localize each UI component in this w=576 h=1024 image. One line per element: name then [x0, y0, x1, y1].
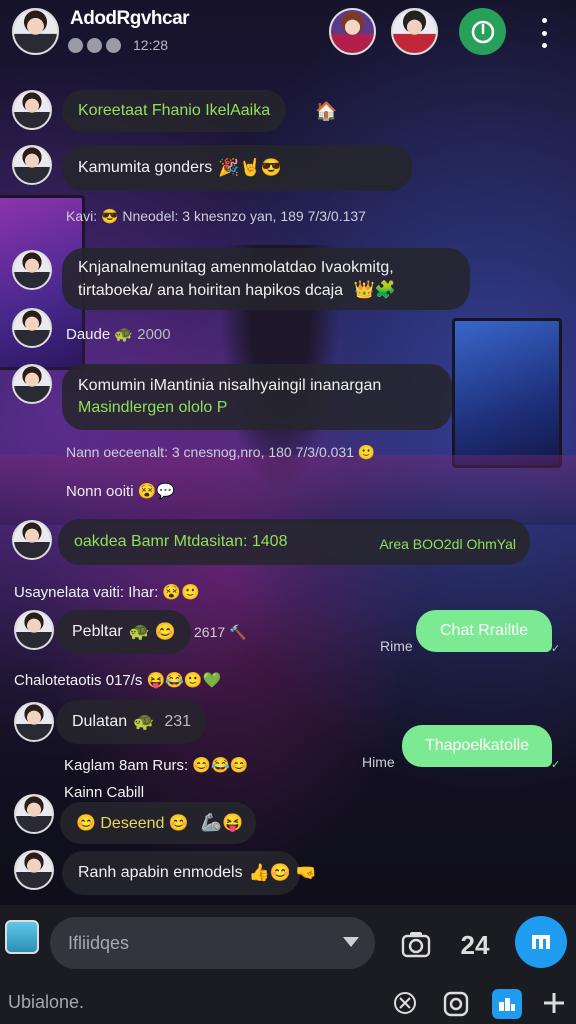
message-meta: Kavi: 😎 Nneodel: 3 knesnzo yan, 189 7/3/… — [66, 208, 366, 224]
message-bubble[interactable]: Knjanalnemunitag amenmolatdao Ivaokmitg,… — [62, 248, 470, 310]
message-emoji: 🦾😝 — [200, 813, 244, 832]
my-avatar[interactable] — [5, 920, 39, 954]
sender-avatar[interactable] — [14, 702, 54, 742]
message-meta: Usaynelata vaiti: Ihar: 😵🙂 — [14, 584, 200, 601]
close-icon[interactable] — [392, 990, 418, 1016]
message-bubble[interactable]: Ranh apabin enmodels 👍😊 🤜 — [62, 851, 317, 895]
monitor-right — [452, 318, 562, 468]
message-bubble[interactable]: Koreetaat Fhanio IkelAaika — [62, 90, 287, 132]
message-text: tirtaboeka/ ana hoiritan hapikos dcaja — [78, 281, 344, 299]
message-emoji: 🏠 — [315, 101, 338, 121]
chat-subtitle: 12:28 — [68, 37, 168, 53]
participant-avatar[interactable] — [329, 8, 376, 55]
message-emoji: 🐢 😊 — [128, 622, 176, 641]
chat-title[interactable]: AdodRgvhcar — [70, 8, 190, 30]
message-text: Area BOO2dl OhmYal — [379, 536, 516, 552]
message-meta: Nann oeceenalt: 3 cnesnog,nro, 180 7/3/0… — [66, 444, 376, 460]
message-meta: Daude 🐢 2000 — [66, 326, 171, 343]
sender-avatar[interactable] — [14, 794, 54, 834]
camera-icon[interactable] — [398, 926, 434, 962]
message-meta: Kaglam 8am Rurs: 😊😂😊 — [64, 757, 249, 774]
sender-avatar[interactable] — [14, 850, 54, 890]
sender-avatar[interactable] — [12, 364, 52, 404]
message-text: Dulatan — [72, 713, 128, 730]
message-text: Kamumita gonders — [78, 159, 213, 176]
send-icon — [532, 935, 550, 949]
media-icon[interactable] — [492, 989, 522, 1019]
outgoing-message[interactable]: Chat Rrailtle — [416, 610, 552, 652]
counter-label[interactable]: 24 — [455, 928, 495, 962]
message-text: Komumin iMantinia nisalhyaingil inanarga… — [78, 377, 382, 394]
message-bubble[interactable]: 😊 Deseend 😊 🦾😝 — [60, 802, 256, 844]
send-button[interactable] — [515, 916, 567, 968]
sender-avatar[interactable] — [12, 250, 52, 290]
message-emoji: 🎉🤘😎 — [218, 158, 282, 177]
chat-avatar[interactable] — [12, 8, 59, 55]
message-time: Hime — [362, 754, 395, 770]
read-tick-icon: ✓ — [551, 643, 561, 655]
message-text: Koreetaat Fhanio IkelAaika — [78, 102, 271, 119]
message-meta: Kainn Cabill — [64, 784, 145, 801]
message-meta: 2617 🔨 — [194, 624, 247, 640]
message-text: Masindlergen ololo P — [78, 399, 228, 416]
message-text: Chat Rrailtle — [439, 622, 529, 639]
sender-avatar[interactable] — [12, 308, 52, 348]
chevron-down-icon[interactable] — [343, 937, 359, 947]
chat-header: AdodRgvhcar 12:28 — [0, 0, 576, 66]
power-button[interactable] — [459, 8, 506, 55]
add-icon[interactable] — [540, 989, 568, 1017]
message-text: 231 — [164, 713, 192, 730]
message-text: oakdea Bamr Mtdasitan: 1408 — [74, 533, 288, 550]
message-text: 😊 Deseend 😊 — [76, 815, 189, 832]
chat-time: 12:28 — [133, 37, 169, 53]
instagram-icon[interactable] — [442, 990, 470, 1018]
message-emoji: 👑🧩 — [353, 279, 396, 299]
sender-avatar[interactable] — [12, 90, 52, 130]
more-menu-icon[interactable] — [536, 18, 552, 48]
message-bubble[interactable]: Komumin iMantinia nisalhyaingil inanarga… — [62, 364, 452, 430]
message-meta: Chalotetaotis 017/s 😝😂🙂💚 — [14, 672, 222, 689]
message-text: Ranh apabin enmodels — [78, 864, 243, 881]
message-text: Thapoelkatolle — [424, 737, 530, 754]
sender-avatar[interactable] — [14, 610, 54, 650]
message-bubble[interactable]: Dulatan 🐢 231 — [56, 700, 206, 744]
member-icon — [68, 37, 83, 53]
secondary-input[interactable]: Ubialone. — [8, 992, 84, 1013]
message-meta: Nonn ooiti 😵💬 — [66, 483, 176, 500]
message-text: Knjanalnemunitag amenmolatdao Ivaokmitg, — [78, 258, 394, 276]
message-emoji: 👍😊 🤜 — [248, 863, 317, 882]
read-tick-icon: ✓ — [551, 759, 561, 771]
message-bubble[interactable]: Kamumita gonders 🎉🤘😎 — [62, 145, 412, 191]
member-icon — [87, 37, 102, 53]
member-icon — [106, 37, 121, 53]
power-icon — [471, 20, 494, 43]
message-time: Rime — [380, 638, 413, 654]
message-input-placeholder: Ifliidqes — [68, 932, 130, 953]
message-input[interactable]: Ifliidqes — [50, 917, 375, 969]
message-text: Pebltar — [72, 623, 123, 640]
message-bubble[interactable]: oakdea Bamr Mtdasitan: 1408 Area BOO2dl … — [58, 519, 530, 565]
outgoing-message[interactable]: Thapoelkatolle — [402, 725, 552, 767]
sender-avatar[interactable] — [12, 145, 52, 185]
message-bubble[interactable]: Pebltar 🐢 😊 — [56, 610, 191, 654]
sender-avatar[interactable] — [12, 520, 52, 560]
participant-avatar[interactable] — [391, 8, 438, 55]
message-emoji: 🐢 — [133, 712, 155, 731]
